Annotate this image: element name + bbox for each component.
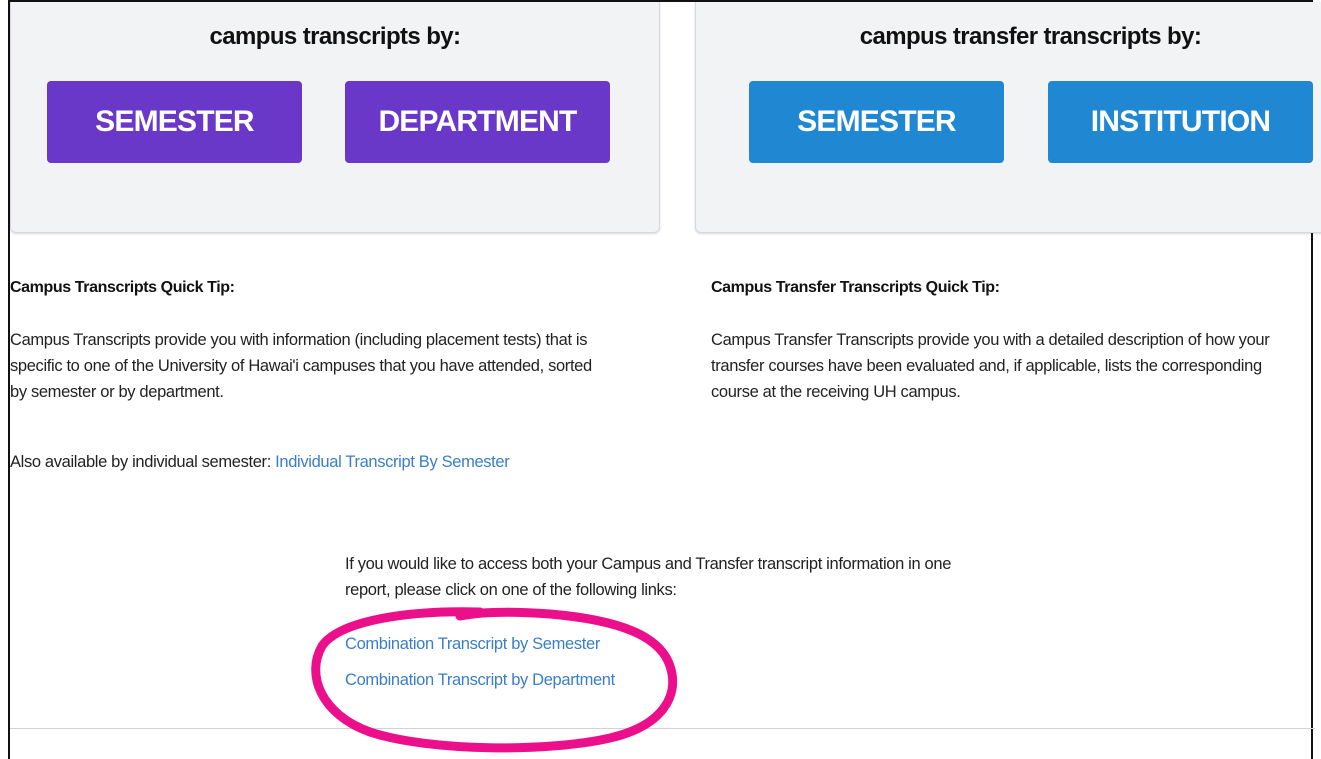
combination-intro: If you would like to access both your Ca… [345, 551, 1035, 603]
transfer-panel-title: campus transfer transcripts by: [859, 23, 1202, 50]
transfer-institution-button[interactable]: INSTITUTION [1048, 81, 1313, 163]
section-divider [10, 728, 1315, 729]
campus-tip-line: by semester or by department. [10, 383, 224, 401]
campus-panel-title: campus transcripts by: [209, 23, 461, 50]
campus-tip-text: Campus Transcripts provide you with info… [10, 327, 670, 405]
transfer-tip-text: Campus Transfer Transcripts provide you … [711, 327, 1321, 405]
also-available-row: Also available by individual semester: I… [10, 449, 670, 475]
campus-tip-heading: Campus Transcripts Quick Tip: [10, 279, 235, 296]
transfer-semester-button[interactable]: SEMESTER [749, 81, 1004, 163]
also-available-label: Also available by individual semester: [10, 453, 276, 471]
individual-transcript-link[interactable]: Individual Transcript By Semester [275, 453, 510, 471]
transfer-tip-line: course at the receiving UH campus. [711, 383, 961, 401]
combination-intro-line: If you would like to access both your Ca… [345, 555, 952, 573]
transfer-tip-heading: Campus Transfer Transcripts Quick Tip: [711, 279, 1000, 296]
combination-by-department-link[interactable]: Combination Transcript by Department [345, 671, 615, 690]
transfer-tip-line: Campus Transfer Transcripts provide you … [711, 331, 1270, 349]
combination-by-semester-link[interactable]: Combination Transcript by Semester [345, 635, 600, 654]
page-frame: campus transcripts by: SEMESTER DEPARTME… [8, 0, 1321, 759]
combination-intro-line: report, please click on one of the follo… [345, 581, 677, 599]
campus-department-button[interactable]: DEPARTMENT [345, 81, 610, 163]
campus-semester-button[interactable]: SEMESTER [47, 81, 302, 163]
transfer-tip-line: transfer courses have been evaluated and… [711, 357, 1262, 375]
campus-transcripts-panel: campus transcripts by: SEMESTER DEPARTME… [10, 2, 660, 233]
transfer-transcripts-panel: campus transfer transcripts by: SEMESTER… [695, 2, 1321, 233]
campus-tip-line: specific to one of the University of Haw… [10, 357, 592, 375]
campus-tip-line: Campus Transcripts provide you with info… [10, 331, 588, 349]
